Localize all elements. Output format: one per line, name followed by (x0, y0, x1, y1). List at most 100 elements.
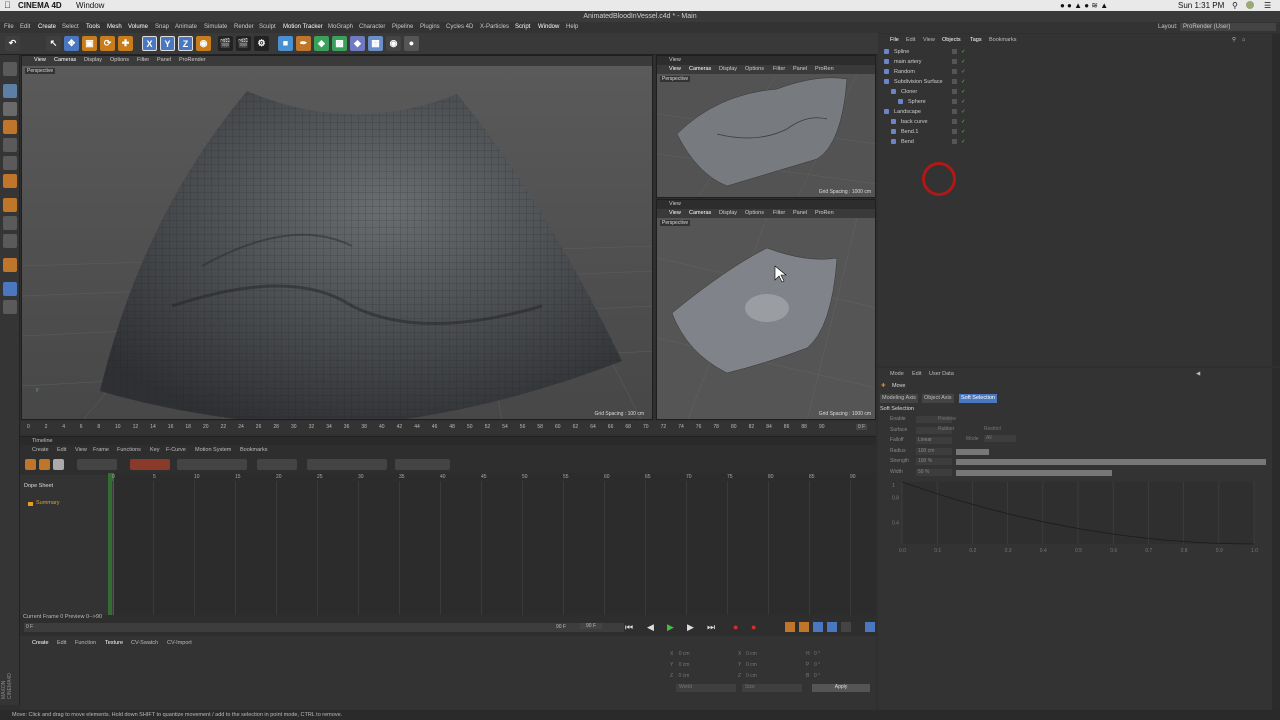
attr-field-value[interactable]: 100 % (916, 458, 952, 465)
model-mode-icon[interactable] (3, 84, 17, 98)
key-pla-icon[interactable] (841, 622, 851, 632)
axis-mode-icon[interactable] (3, 198, 17, 212)
live-select-icon[interactable]: ↖ (46, 36, 61, 51)
menu-cycles4d[interactable]: Cycles 4D (446, 22, 473, 33)
vp-main-menu-panel[interactable]: Panel (157, 56, 171, 65)
enabled-check-icon[interactable]: ✓ (961, 57, 966, 67)
rotate-icon[interactable]: ⟳ (100, 36, 115, 51)
attr-menu-edit[interactable]: Edit (912, 370, 921, 379)
menu-animate[interactable]: Animate (175, 22, 197, 33)
mat-menu-create[interactable]: Create (32, 639, 49, 648)
axis-z-button[interactable]: Z (178, 36, 193, 51)
vp-main-menu-view[interactable]: View (34, 56, 46, 65)
tab-modeling-axis[interactable]: Modeling Axis (880, 394, 918, 403)
visibility-toggle[interactable] (952, 109, 957, 114)
menu-select[interactable]: Select (62, 22, 79, 33)
tweak-mode-icon[interactable] (3, 216, 17, 230)
move-icon[interactable]: ✥ (64, 36, 79, 51)
menu-create[interactable]: Create (38, 22, 56, 33)
tl-menu-create[interactable]: Create (32, 446, 49, 455)
attr-back-icon[interactable]: ◀ (1196, 370, 1200, 379)
tl-menu-motion-system[interactable]: Motion System (195, 446, 231, 455)
visibility-toggle[interactable] (952, 119, 957, 124)
vp-top-menu-prorender[interactable]: ProRen (815, 65, 834, 74)
menu-sculpt[interactable]: Sculpt (259, 22, 276, 33)
light-icon[interactable]: ● (404, 36, 419, 51)
attr-menu-user-data[interactable]: User Data (929, 370, 954, 379)
vp-top-menu-filter[interactable]: Filter (773, 65, 785, 74)
vp-top-menu-view[interactable]: View (669, 65, 681, 74)
pen-icon[interactable]: ✒ (296, 36, 311, 51)
go-end-icon[interactable]: ⏭ (707, 622, 715, 633)
om-menu-view[interactable]: View (923, 36, 935, 45)
coord-world-select[interactable]: World (676, 684, 736, 692)
undo-icon[interactable]: ↶ (5, 36, 20, 51)
visibility-toggle[interactable] (952, 99, 957, 104)
om-menu-bookmarks[interactable]: Bookmarks (989, 36, 1017, 45)
enabled-check-icon[interactable]: ✓ (961, 47, 966, 57)
menu-simulate[interactable]: Simulate (204, 22, 227, 33)
vp-bottom-menu-options[interactable]: Options (745, 209, 764, 218)
axis-y-button[interactable]: Y (160, 36, 175, 51)
vp-main-menu-options[interactable]: Options (110, 56, 129, 65)
vp-top-menu-options[interactable]: Options (745, 65, 764, 74)
key-move-icon[interactable] (785, 622, 795, 632)
coord-size-z[interactable]: 0 cm (746, 673, 806, 679)
om-menu-edit[interactable]: Edit (906, 36, 915, 45)
menu-character[interactable]: Character (359, 22, 385, 33)
mat-menu-texture[interactable]: Texture (105, 639, 123, 648)
visibility-toggle[interactable] (952, 129, 957, 134)
tl-menu-view[interactable]: View (75, 446, 87, 455)
tl-interp-tools[interactable] (257, 459, 297, 470)
visibility-toggle[interactable] (952, 139, 957, 144)
vp-main-menu-cameras[interactable]: Cameras (54, 56, 76, 65)
window-menu[interactable]: Window (76, 0, 104, 11)
vp-main-menu-display[interactable]: Display (84, 56, 102, 65)
tl-menu-frame[interactable]: Frame (93, 446, 109, 455)
vp-top-menu-display[interactable]: Display (719, 65, 737, 74)
coordinate-system-icon[interactable]: ◉ (196, 36, 211, 51)
enabled-check-icon[interactable]: ✓ (961, 77, 966, 87)
locked-workplane-icon[interactable] (3, 282, 17, 296)
tab-object-axis[interactable]: Object Axis (922, 394, 954, 403)
ruler-frame-field[interactable]: 0 F (856, 424, 868, 430)
coord-size-y[interactable]: 0 cm (746, 662, 806, 668)
vp-bottom-menu-prorender[interactable]: ProRen (815, 209, 834, 218)
enabled-check-icon[interactable]: ✓ (961, 137, 966, 147)
make-editable-icon[interactable] (3, 62, 17, 76)
object-row[interactable]: Spline ✓ (878, 47, 1273, 57)
coord-pos-z[interactable]: 0 cm (678, 673, 689, 679)
menu-volume[interactable]: Volume (128, 22, 148, 33)
om-menu-tags[interactable]: Tags (970, 36, 982, 45)
viewport-main[interactable]: View Cameras Display Options Filter Pane… (21, 55, 653, 420)
coord-rot-p[interactable]: 0 ° (814, 662, 854, 668)
mat-menu-cv-import[interactable]: CV-Import (167, 639, 192, 648)
autokey-icon[interactable]: ● (751, 622, 756, 632)
vp-main-menu-filter[interactable]: Filter (137, 56, 149, 65)
object-row[interactable]: Sphere ✓ (878, 97, 1273, 107)
apple-icon[interactable]:  (4, 0, 11, 11)
range-end[interactable]: 90 F (556, 623, 566, 632)
record-icon[interactable]: ● (733, 622, 738, 632)
menu-file[interactable]: File (4, 22, 14, 33)
om-home-icon[interactable]: ⌂ (1242, 36, 1245, 45)
tl-layer-tools[interactable] (307, 459, 387, 470)
coord-size-select[interactable]: Size (742, 684, 802, 692)
attr-field-value[interactable]: Linear (916, 437, 952, 444)
menu-mesh[interactable]: Mesh (107, 22, 122, 33)
mat-menu-function[interactable]: Function (75, 639, 96, 648)
enabled-check-icon[interactable]: ✓ (961, 127, 966, 137)
tl-menu-bookmarks[interactable]: Bookmarks (240, 446, 268, 455)
playhead[interactable] (108, 473, 114, 615)
attr-field-value[interactable]: 100 cm (916, 447, 952, 455)
tl-key-tools[interactable] (177, 459, 247, 470)
object-row[interactable]: main artery ✓ (878, 57, 1273, 67)
key-rotate-icon[interactable] (813, 622, 823, 632)
tl-key-icon[interactable] (25, 459, 36, 470)
attr-slider[interactable] (956, 469, 1112, 476)
menu-plugins[interactable]: Plugins (420, 22, 440, 33)
texture-mode-icon[interactable] (3, 102, 17, 116)
coord-rot-b[interactable]: 0 ° (814, 673, 854, 679)
attr-field-value[interactable]: 50 % (916, 468, 952, 476)
scale-icon[interactable]: ▣ (82, 36, 97, 51)
